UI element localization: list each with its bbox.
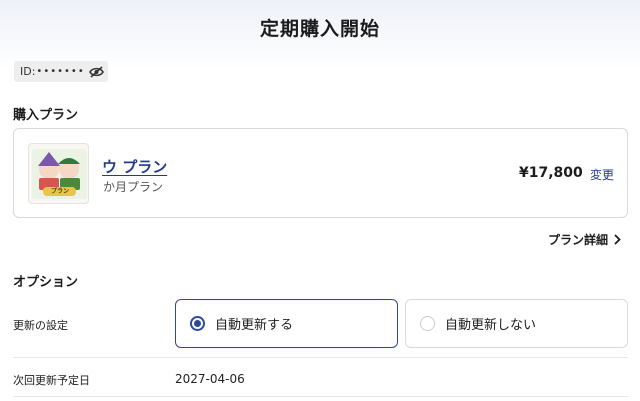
- auto-renew-off-option[interactable]: 自動更新しない: [405, 299, 628, 348]
- next-renewal-label: 次回更新予定日: [13, 374, 90, 387]
- next-renewal-date: 2027-04-06: [175, 372, 245, 386]
- id-label: ID:: [20, 65, 36, 78]
- plan-thumbnail: プラン: [28, 143, 89, 204]
- id-chip: ID: •••••••: [14, 61, 108, 82]
- plan-change-button[interactable]: 変更: [590, 166, 614, 183]
- radio-unselected-icon: [420, 316, 435, 331]
- purchase-plan-heading: 購入プラン: [13, 108, 79, 123]
- plan-thumbnail-caption: プラン: [51, 188, 70, 195]
- page-title: 定期購入開始: [259, 18, 380, 40]
- renewal-setting-label: 更新の設定: [13, 319, 68, 332]
- chevron-right-icon: [614, 234, 621, 245]
- radio-selected-icon: [190, 316, 205, 331]
- auto-renew-on-option[interactable]: 自動更新する: [175, 299, 398, 348]
- plan-name-link[interactable]: ウ プラン: [102, 156, 167, 177]
- options-heading: オプション: [13, 275, 79, 290]
- plan-price: ¥17,800: [519, 165, 583, 181]
- eye-off-icon[interactable]: [88, 65, 104, 78]
- id-masked-value: •••••••: [36, 66, 85, 77]
- auto-renew-on-label: 自動更新する: [215, 318, 294, 333]
- plan-detail-label: プラン詳細: [548, 233, 609, 247]
- divider: [13, 396, 628, 397]
- auto-renew-off-label: 自動更新しない: [445, 318, 537, 333]
- plan-duration: か月プラン: [103, 180, 164, 194]
- plan-detail-link[interactable]: プラン詳細: [548, 231, 621, 248]
- plan-card: プラン ウ プラン か月プラン ¥17,800 変更: [13, 128, 628, 218]
- divider: [13, 357, 628, 358]
